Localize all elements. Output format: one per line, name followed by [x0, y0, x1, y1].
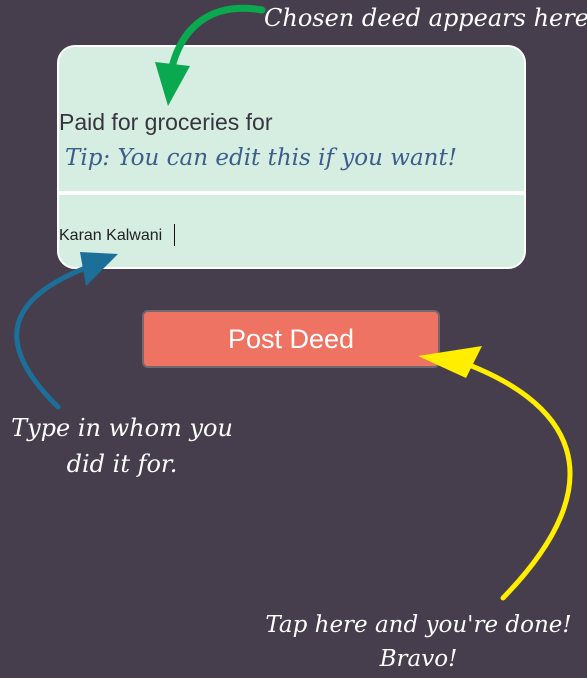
curved-arrow-yellow-icon	[418, 346, 573, 601]
curved-arrow-blue-icon	[14, 252, 118, 410]
annotation-arrows	[14, 4, 573, 601]
curved-arrow-green-icon	[155, 4, 266, 106]
